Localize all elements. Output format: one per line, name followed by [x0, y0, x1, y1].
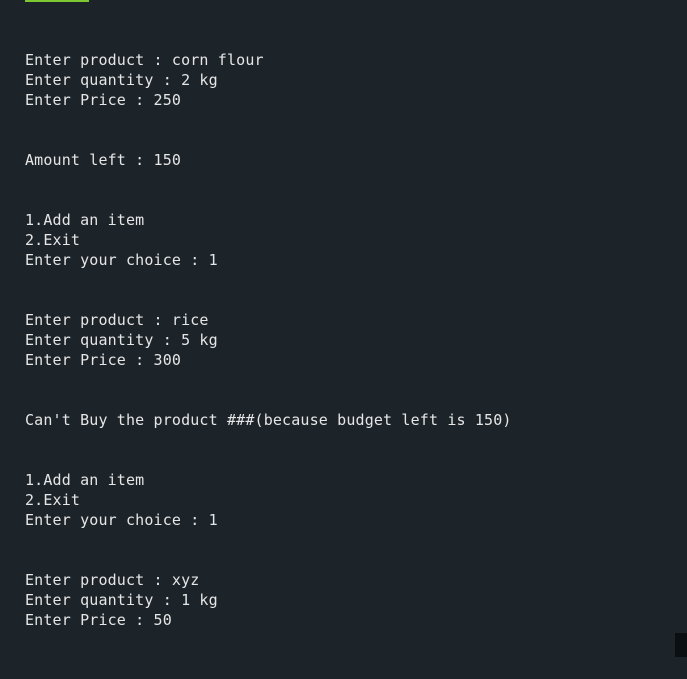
quantity-prompt: Enter quantity : 1 kg [25, 591, 218, 609]
menu-option-add: 1.Add an item [25, 211, 145, 229]
quantity-prompt: Enter quantity : 2 kg [25, 71, 218, 89]
menu-option-exit: 2.Exit [25, 231, 81, 249]
choice-prompt: Enter your choice : 1 [25, 251, 218, 269]
menu-option-add: 1.Add an item [25, 471, 145, 489]
product-prompt: Enter product : rice [25, 311, 209, 329]
price-prompt: Enter Price : 50 [25, 611, 172, 629]
price-prompt: Enter Price : 300 [25, 351, 182, 369]
menu-option-exit: 2.Exit [25, 491, 81, 509]
amount-left-text: Amount left : 150 [25, 151, 182, 169]
product-prompt: Enter product : xyz [25, 571, 200, 589]
price-prompt: Enter Price : 250 [25, 91, 182, 109]
product-prompt: Enter product : corn flour [25, 51, 264, 69]
quantity-prompt: Enter quantity : 5 kg [25, 331, 218, 349]
choice-prompt: Enter your choice : 1 [25, 511, 218, 529]
active-tab-indicator [25, 0, 89, 2]
scrollbar-thumb[interactable] [675, 633, 687, 657]
console-output: Enter product : corn flour Enter quantit… [0, 0, 687, 679]
budget-error-message: Can't Buy the product ###(because budget… [25, 411, 512, 429]
